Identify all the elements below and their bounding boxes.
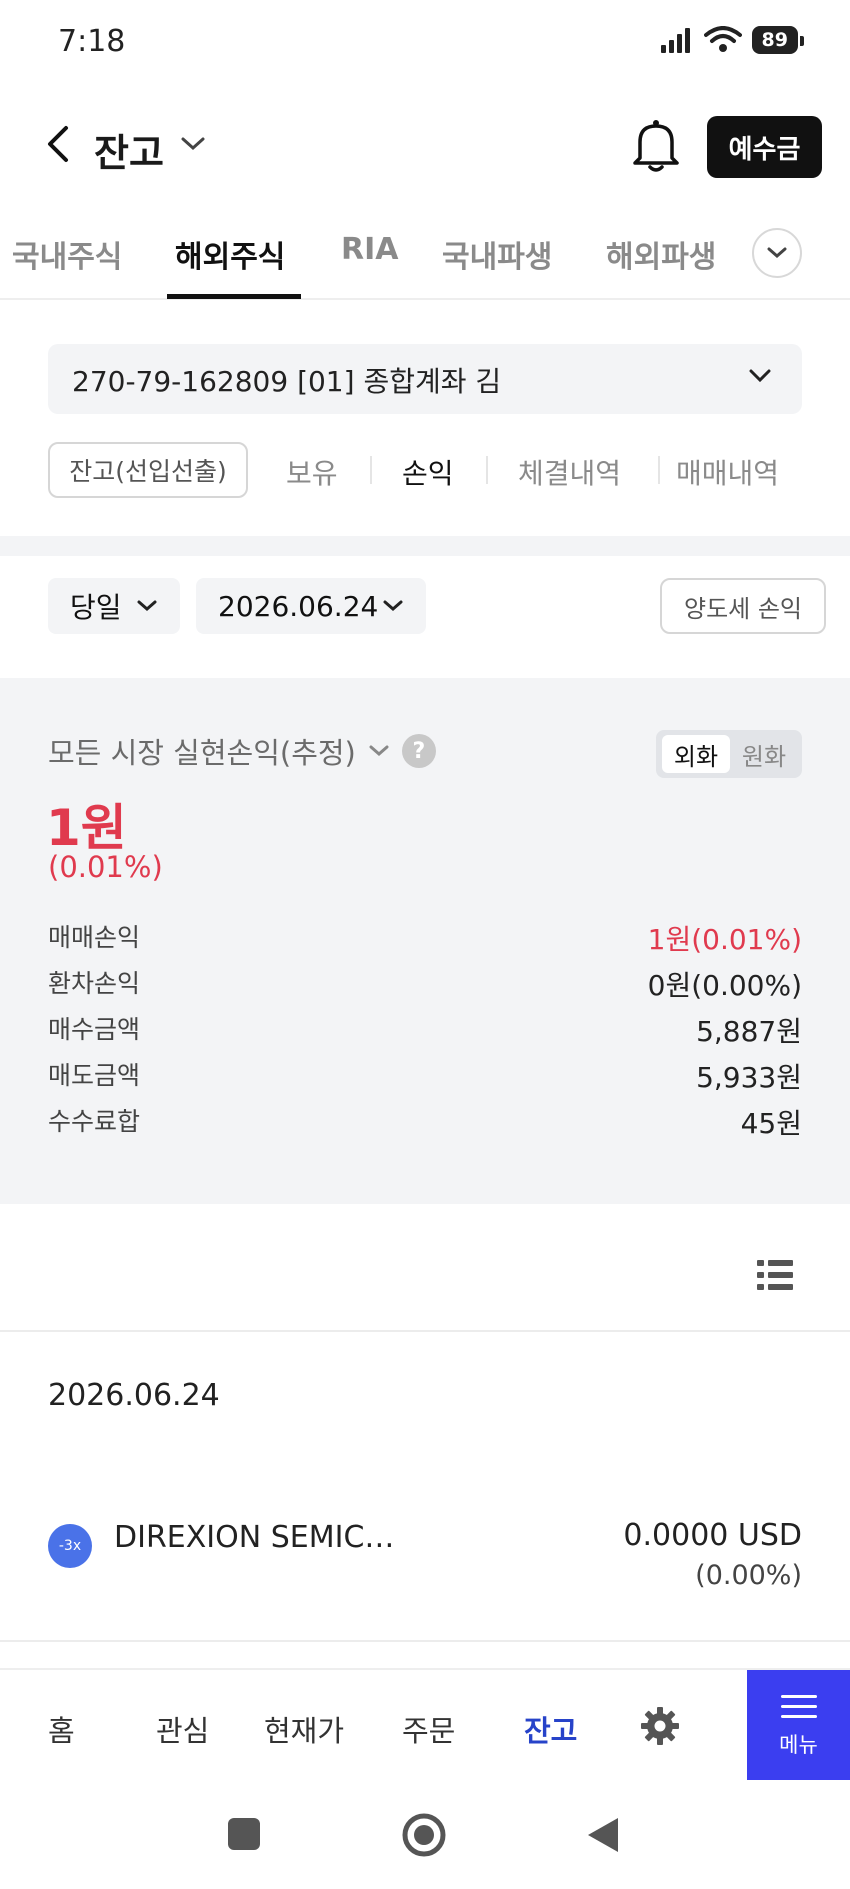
page-title[interactable]: 잔고 (94, 122, 164, 177)
chevron-down-icon[interactable] (180, 136, 206, 152)
period-dropdown[interactable]: 당일 (48, 578, 180, 634)
row-label: 수수료합 (48, 1107, 141, 1136)
bottom-navigation: 홈 관심 현재가 주문 잔고 메뉴 (0, 1668, 850, 1782)
summary-title: 모든 시장 실현손익(추정) (48, 736, 356, 770)
gear-icon[interactable] (640, 1706, 680, 1746)
subtab-holdings[interactable]: 보유 (286, 452, 338, 492)
home-icon[interactable] (401, 1812, 447, 1858)
active-tab-indicator (167, 294, 301, 299)
divider (0, 1640, 850, 1642)
market-tabs: 국내주식 해외주식 RIA 국내파생 해외파생 (0, 222, 850, 300)
row-label: 매수금액 (48, 1015, 141, 1044)
account-label: 270-79-162809 [01] 종합계좌 김 (72, 365, 502, 398)
summary-title-dropdown[interactable]: 모든 시장 실현손익(추정) ? (48, 730, 436, 772)
status-icons: 89 (660, 26, 805, 54)
battery-indicator: 89 (751, 26, 805, 54)
more-tabs-button[interactable] (752, 228, 802, 278)
currency-foreign-option[interactable]: 외화 (662, 735, 730, 773)
subtab-divider (658, 456, 660, 484)
tab-ria[interactable]: RIA (341, 232, 398, 267)
list-view-icon[interactable] (756, 1258, 794, 1292)
row-value: 45원 (740, 1107, 802, 1140)
chevron-down-icon (749, 369, 771, 383)
chevron-down-icon (383, 600, 403, 611)
wifi-icon (703, 26, 742, 52)
stock-pnl-pct: (0.00%) (695, 1560, 802, 1591)
row-value: 5,887원 (696, 1015, 802, 1048)
subtab-executions[interactable]: 체결내역 (518, 452, 621, 492)
tab-domestic-derivatives[interactable]: 국내파생 (442, 232, 552, 276)
balance-fifo-button[interactable]: 잔고(선입선출) (48, 442, 248, 498)
chevron-down-icon (369, 745, 389, 756)
subtab-trades[interactable]: 매매내역 (676, 452, 779, 492)
back-arrow-icon[interactable] (44, 124, 72, 164)
tab-overseas-stock[interactable]: 해외주식 (175, 232, 285, 276)
recent-apps-icon[interactable] (226, 1816, 262, 1852)
nav-order[interactable]: 주문 (402, 1708, 455, 1750)
pnl-row-fees: 수수료합 45원 (48, 1102, 802, 1142)
currency-toggle: 외화 원화 (656, 730, 802, 778)
row-value: 0원(0.00%) (647, 969, 802, 1002)
help-icon[interactable]: ? (401, 734, 436, 768)
tab-domestic-stock[interactable]: 국내주식 (12, 232, 122, 276)
date-picker[interactable]: 2026.06.24 (196, 578, 427, 634)
subtab-divider (370, 456, 372, 484)
subtab-divider (486, 456, 488, 484)
divider (0, 1330, 850, 1332)
account-selector[interactable]: 270-79-162809 [01] 종합계좌 김 (48, 344, 802, 414)
pnl-row-trading: 매매손익 1원(0.01%) (48, 918, 802, 958)
chevron-down-icon (767, 247, 787, 258)
deposit-button[interactable]: 예수금 (707, 116, 822, 178)
row-label: 매도금액 (48, 1061, 141, 1090)
stock-name[interactable]: DIREXION SEMIC… (114, 1520, 394, 1555)
status-time: 7:18 (58, 24, 126, 59)
total-realized-pnl-pct: (0.01%) (48, 850, 163, 884)
pnl-row-fx: 환차손익 0원(0.00%) (48, 964, 802, 1004)
back-triangle-icon[interactable] (586, 1816, 620, 1854)
nav-balance[interactable]: 잔고 (524, 1708, 577, 1750)
pnl-row-sell-amount: 매도금액 5,933원 (48, 1056, 802, 1096)
tab-overseas-derivatives[interactable]: 해외파생 (606, 232, 716, 276)
leverage-badge: -3x (48, 1524, 92, 1568)
pnl-row-buy-amount: 매수금액 5,887원 (48, 1010, 802, 1050)
period-label: 당일 (70, 591, 122, 624)
signal-icon (660, 28, 690, 53)
row-label: 환차손익 (48, 969, 141, 998)
row-value: 5,933원 (696, 1061, 802, 1094)
realized-pnl-summary: 모든 시장 실현손익(추정) ? 외화 원화 1원 (0.01%) 매매손익 1… (0, 678, 850, 1204)
row-value: 1원(0.01%) (647, 923, 802, 956)
nav-home[interactable]: 홈 (48, 1708, 75, 1750)
capital-gains-tax-button[interactable]: 양도세 손익 (660, 578, 826, 634)
bell-icon[interactable] (630, 118, 682, 174)
chevron-down-icon (137, 600, 157, 611)
stock-pnl-value: 0.0000 USD (623, 1518, 802, 1553)
section-separator (0, 536, 850, 556)
row-label: 매매손익 (48, 923, 141, 952)
menu-button[interactable]: 메뉴 (747, 1670, 850, 1782)
menu-label: 메뉴 (779, 1733, 818, 1757)
hamburger-icon (780, 1695, 817, 1718)
currency-won-option[interactable]: 원화 (732, 735, 796, 773)
nav-current-price[interactable]: 현재가 (264, 1708, 344, 1750)
date-label: 2026.06.24 (218, 589, 379, 623)
list-date-heading: 2026.06.24 (48, 1378, 220, 1413)
subtab-profit-loss[interactable]: 손익 (402, 452, 454, 492)
system-navigation-bar (0, 1780, 850, 1889)
nav-watchlist[interactable]: 관심 (156, 1708, 209, 1750)
